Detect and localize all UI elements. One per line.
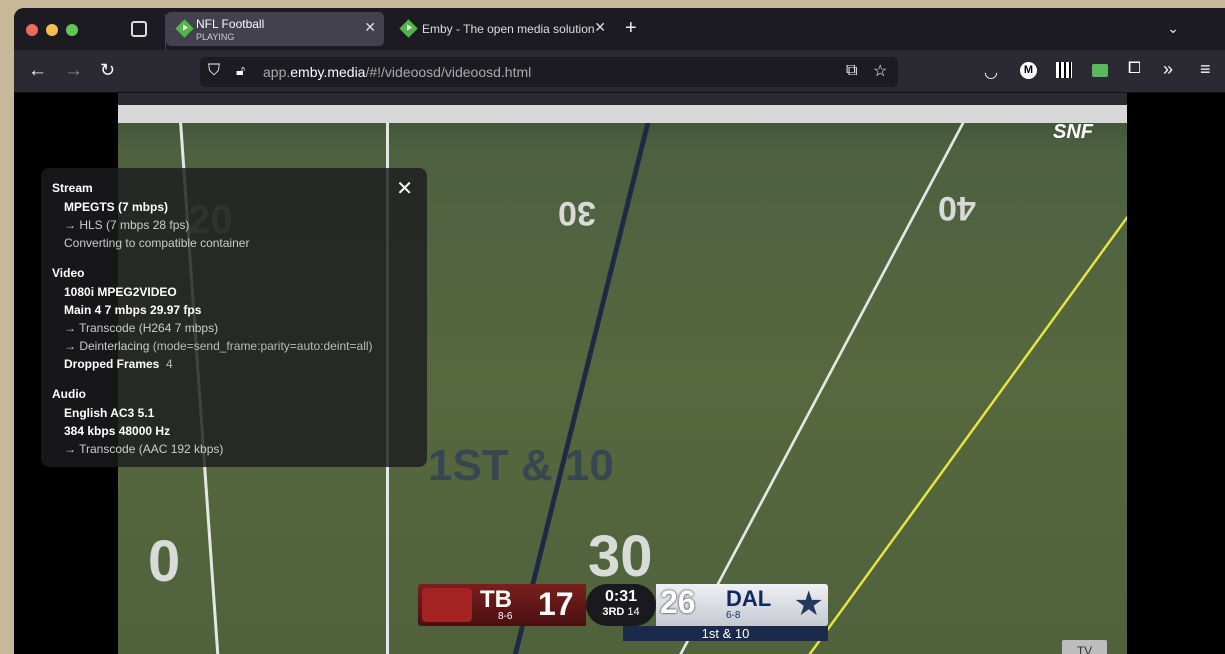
stands: [118, 93, 1127, 105]
stat-line: Dropped Frames 4: [52, 357, 416, 375]
tab-bar: NFL Football PLAYING ✕ Emby - The open m…: [14, 8, 1225, 54]
home-record: 6-8: [726, 610, 741, 621]
play-clock: 14: [627, 606, 640, 618]
down-distance-field-graphic: 1ST & 10: [428, 441, 614, 490]
cowboys-star-logo: ★: [793, 585, 824, 623]
stat-line: → Deinterlacing (mode=send_frame:parity=…: [52, 339, 416, 357]
field-wall: [118, 105, 1127, 123]
extensions-puzzle-icon[interactable]: ⧠: [1128, 60, 1141, 78]
stat-line: 1080i MPEG2VIDEO: [64, 285, 177, 299]
section-heading: Stream: [52, 181, 93, 195]
stat-line: MPEGTS (7 mbps): [64, 200, 169, 214]
tv-button[interactable]: TV: [1062, 640, 1107, 654]
m-extension-icon[interactable]: M: [1020, 62, 1037, 79]
qr-code-extension-icon[interactable]: [1056, 62, 1072, 78]
section-heading: Audio: [52, 387, 86, 401]
url-text[interactable]: app.emby.media/#!/videoosd/videoosd.html: [263, 64, 531, 80]
green-extension-icon[interactable]: [1092, 64, 1108, 77]
browser-window: NFL Football PLAYING ✕ Emby - The open m…: [14, 8, 1225, 654]
field-number: 0: [148, 529, 181, 594]
emby-icon: [399, 19, 418, 38]
tab-title: Emby - The open media solution: [422, 22, 595, 36]
close-icon[interactable]: ✕: [396, 176, 413, 201]
away-abbr: TB: [480, 586, 512, 613]
zoom-window-button[interactable]: [66, 24, 78, 36]
url-bar[interactable]: ⛉ 🔓︎ app.emby.media/#!/videoosd/videoosd…: [200, 57, 898, 87]
minimize-window-button[interactable]: [46, 24, 58, 36]
stream-section: Stream MPEGTS (7 mbps) → HLS (7 mbps 28 …: [52, 181, 416, 254]
deinterlacing: → Deinterlacing: [64, 339, 150, 353]
close-window-button[interactable]: [26, 24, 38, 36]
menu-hamburger-icon[interactable]: ≡: [1200, 59, 1211, 80]
tab-emby[interactable]: Emby - The open media solution ✕: [392, 12, 606, 46]
scorebug: TB 8-6 17 0:31 3RD 14 26 DAL 6-8 ★: [418, 584, 828, 626]
new-tab-button[interactable]: +: [625, 17, 637, 40]
section-heading: Video: [52, 266, 85, 280]
stat-line: 384 kbps 48000 Hz: [64, 424, 171, 438]
forward-button[interactable]: →: [64, 60, 83, 82]
stat-line: → HLS (7 mbps 28 fps): [64, 218, 190, 232]
dropped-frames-value: 4: [166, 357, 173, 371]
playback-info-panel: ✕ Stream MPEGTS (7 mbps) → HLS (7 mbps 2…: [41, 168, 427, 467]
game-clock: 0:31 3RD 14: [586, 584, 656, 626]
emby-icon: [175, 19, 194, 38]
audio-section: Audio English AC3 5.1 384 kbps 48000 Hz …: [52, 387, 416, 460]
home-abbr: DAL: [726, 586, 772, 611]
snf-logo: SNF: [1053, 121, 1093, 143]
away-record: 8-6: [498, 611, 513, 622]
insecure-lock-icon[interactable]: 🔓︎: [236, 62, 245, 79]
field-number: 40: [938, 189, 976, 227]
field-number: 30: [588, 524, 653, 589]
stat-line: Converting to compatible container: [64, 236, 250, 250]
tab-overview-icon[interactable]: [131, 21, 147, 37]
close-tab-icon[interactable]: ✕: [364, 19, 376, 36]
shield-icon[interactable]: ⛉: [208, 62, 220, 80]
deinterlacing-detail: (mode=send_frame:parity=auto:deint=all): [152, 339, 373, 353]
stat-line: Main 4 7 mbps 29.97 fps: [64, 303, 202, 317]
list-tabs-chevron-icon[interactable]: ⌄: [1167, 20, 1179, 37]
tab-subtitle: PLAYING: [196, 32, 235, 42]
back-button[interactable]: ←: [28, 60, 47, 82]
stat-line: → Transcode (AAC 192 kbps): [64, 442, 224, 456]
tab-nfl-football[interactable]: NFL Football PLAYING ✕: [166, 12, 384, 46]
down-distance: 1st & 10: [623, 626, 828, 641]
away-score: 17: [538, 586, 574, 622]
reload-button[interactable]: ↻: [100, 60, 115, 81]
nav-bar: ← → ↻ ⛉ 🔓︎ app.emby.media/#!/videoosd/vi…: [14, 50, 1225, 93]
pocket-icon[interactable]: ◡: [984, 62, 998, 82]
home-score: 26: [660, 584, 696, 620]
dropped-frames-label: Dropped Frames: [64, 357, 160, 371]
close-tab-icon[interactable]: ✕: [594, 19, 606, 36]
stat-line: → Transcode (H264 7 mbps): [64, 321, 219, 335]
video-section: Video 1080i MPEG2VIDEO Main 4 7 mbps 29.…: [52, 266, 416, 375]
quarter: 3RD: [602, 606, 625, 618]
picture-in-picture-icon[interactable]: ⧉: [846, 62, 857, 80]
yard-line: [674, 123, 965, 654]
home-team: 26 DAL 6-8 ★: [656, 584, 828, 626]
buccaneers-flag-logo: [422, 588, 472, 622]
field-number: 30: [558, 194, 596, 232]
tab-title: NFL Football: [196, 17, 265, 31]
more-tools-chevrons-icon[interactable]: »: [1163, 59, 1173, 80]
stat-line: English AC3 5.1: [64, 406, 155, 420]
away-team: TB 8-6 17: [418, 584, 586, 626]
bookmark-star-icon[interactable]: ☆: [873, 61, 887, 81]
clock: 0:31: [604, 588, 638, 605]
